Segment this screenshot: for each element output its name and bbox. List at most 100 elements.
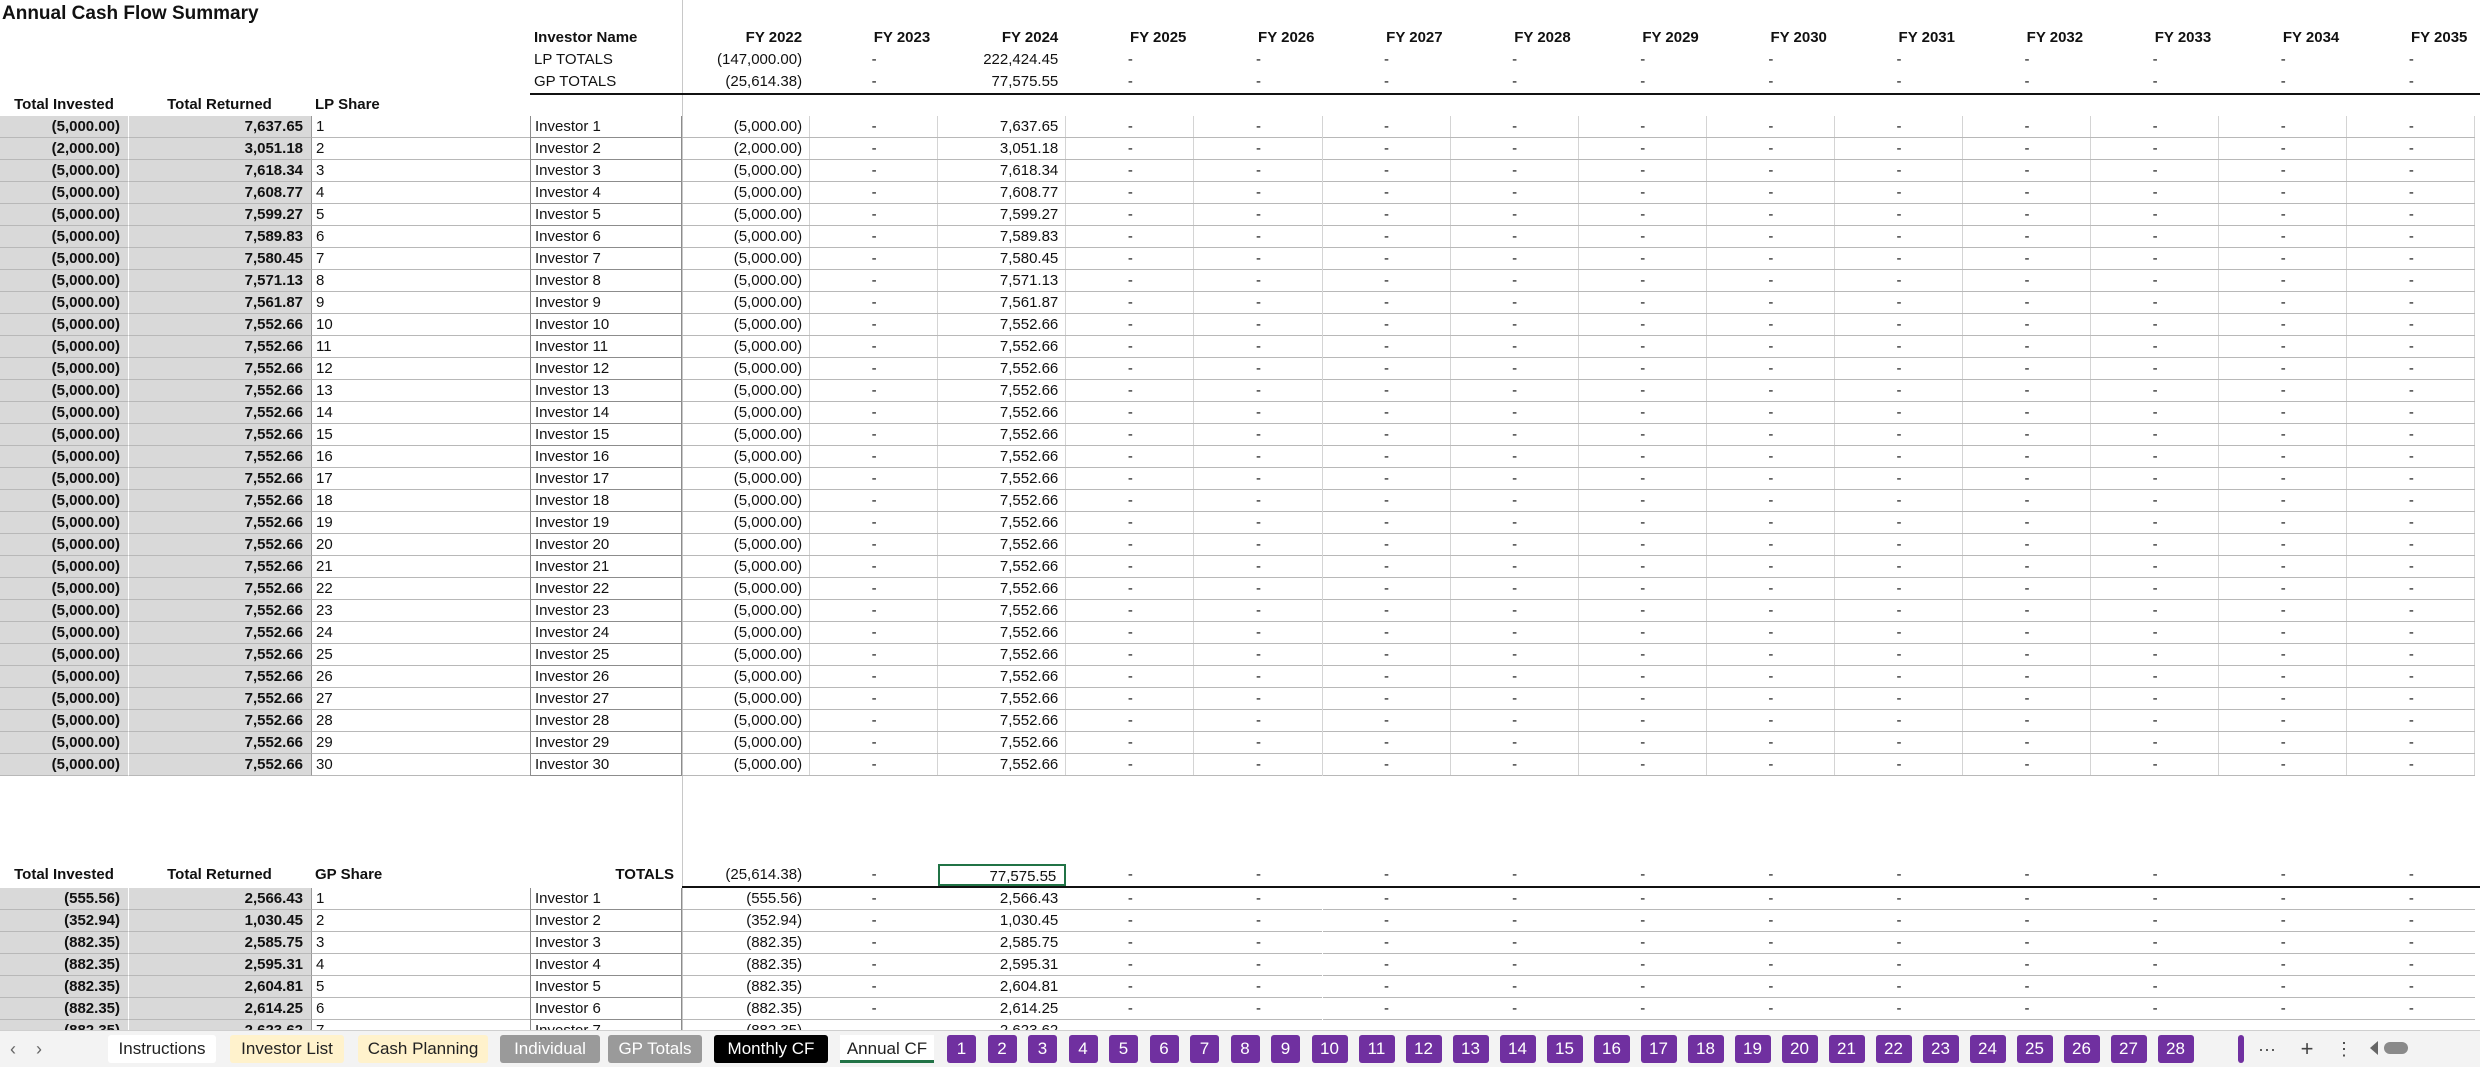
- lp-empty-year-value[interactable]: -: [1322, 160, 1451, 182]
- lp-empty-year-value[interactable]: -: [1706, 600, 1835, 622]
- gp-empty-year-value[interactable]: -: [1194, 954, 1323, 976]
- sheet-tab-instructions[interactable]: Instructions: [108, 1035, 216, 1063]
- lp-empty-year-value[interactable]: -: [1194, 688, 1323, 710]
- lp-fy2022-value[interactable]: (5,000.00): [682, 710, 811, 732]
- lp-empty-year-value[interactable]: -: [1066, 512, 1195, 534]
- lp-fy2022-value[interactable]: (5,000.00): [682, 402, 811, 424]
- lp-total-invested[interactable]: (5,000.00): [0, 644, 128, 666]
- gp-totals-value[interactable]: -: [1835, 864, 1963, 886]
- lp-empty-year-value[interactable]: -: [1194, 666, 1323, 688]
- lp-empty-year-value[interactable]: -: [1322, 116, 1451, 138]
- sheet-tab-15[interactable]: 15: [1546, 1035, 1583, 1063]
- lp-empty-year-value[interactable]: -: [1963, 534, 2092, 556]
- lp-empty-year-value[interactable]: -: [2091, 578, 2220, 600]
- lp-empty-year-value[interactable]: -: [2091, 710, 2220, 732]
- lp-empty-year-value[interactable]: -: [2091, 182, 2220, 204]
- lp-empty-year-value[interactable]: -: [2347, 490, 2476, 512]
- lp-total-invested[interactable]: (5,000.00): [0, 578, 128, 600]
- lp-share-number[interactable]: 13: [311, 380, 531, 402]
- lp-empty-year-value[interactable]: -: [2347, 556, 2476, 578]
- lp-empty-year-value[interactable]: -: [1578, 732, 1707, 754]
- sheet-tab-monthly-cf[interactable]: Monthly CF: [714, 1035, 828, 1063]
- lp-empty-year-value[interactable]: -: [1450, 204, 1579, 226]
- lp-empty-year-value[interactable]: -: [1706, 578, 1835, 600]
- lp-empty-year-value[interactable]: -: [1578, 710, 1707, 732]
- lp-empty-year-value[interactable]: -: [1450, 468, 1579, 490]
- lp-empty-year-value[interactable]: -: [1322, 358, 1451, 380]
- lp-empty-year-value[interactable]: -: [2347, 424, 2476, 446]
- sheet-tab-12[interactable]: 12: [1405, 1035, 1442, 1063]
- lp-investor-name[interactable]: Investor 29: [530, 732, 682, 754]
- lp-empty-year-value[interactable]: -: [1963, 138, 2092, 160]
- gp-fy2023-value[interactable]: -: [810, 888, 939, 910]
- gp-empty-year-value[interactable]: -: [2219, 910, 2348, 932]
- lp-fy2023-value[interactable]: -: [810, 754, 939, 776]
- sheet-tab-5[interactable]: 5: [1109, 1035, 1138, 1063]
- lp-fy2023-value[interactable]: -: [810, 248, 939, 270]
- lp-total-invested[interactable]: (5,000.00): [0, 490, 128, 512]
- gp-totals-value[interactable]: 77,575.55: [938, 864, 1067, 886]
- lp-empty-year-value[interactable]: -: [1322, 490, 1451, 512]
- lp-empty-year-value[interactable]: -: [1706, 644, 1835, 666]
- lp-share-number[interactable]: 9: [311, 292, 531, 314]
- sheet-tab-14[interactable]: 14: [1499, 1035, 1536, 1063]
- lp-fy2023-value[interactable]: -: [810, 622, 939, 644]
- gp-fy2022-value[interactable]: (882.35): [682, 976, 811, 998]
- gp-empty-year-value[interactable]: -: [1963, 910, 2092, 932]
- lp-empty-year-value[interactable]: -: [1706, 732, 1835, 754]
- lp-investor-name[interactable]: Investor 20: [530, 534, 682, 556]
- lp-investor-name[interactable]: Investor 26: [530, 666, 682, 688]
- lp-empty-year-value[interactable]: -: [1578, 446, 1707, 468]
- lp-empty-year-value[interactable]: -: [1963, 754, 2092, 776]
- gp-empty-year-value[interactable]: -: [1322, 932, 1451, 954]
- lp-empty-year-value[interactable]: -: [2347, 512, 2476, 534]
- lp-investor-name[interactable]: Investor 18: [530, 490, 682, 512]
- lp-empty-year-value[interactable]: -: [1322, 248, 1451, 270]
- lp-empty-year-value[interactable]: -: [1706, 424, 1835, 446]
- lp-empty-year-value[interactable]: -: [1963, 556, 2092, 578]
- lp-empty-year-value[interactable]: -: [1834, 248, 1963, 270]
- lp-empty-year-value[interactable]: -: [1963, 468, 2092, 490]
- lp-empty-year-value[interactable]: -: [1963, 710, 2092, 732]
- lp-investor-name[interactable]: Investor 24: [530, 622, 682, 644]
- gp-investor-name[interactable]: Investor 1: [530, 888, 682, 910]
- lp-fy2024-value[interactable]: 7,552.66: [938, 380, 1067, 402]
- lp-empty-year-value[interactable]: -: [2347, 446, 2476, 468]
- lp-total-returned[interactable]: 7,552.66: [128, 754, 311, 776]
- gp-totals-value[interactable]: -: [1194, 864, 1322, 886]
- lp-fy2023-value[interactable]: -: [810, 226, 939, 248]
- gp-empty-year-value[interactable]: -: [1450, 888, 1579, 910]
- lp-empty-year-value[interactable]: -: [1963, 688, 2092, 710]
- lp-empty-year-value[interactable]: -: [2219, 116, 2348, 138]
- gp-empty-year-value[interactable]: -: [2219, 932, 2348, 954]
- lp-total-returned[interactable]: 7,552.66: [128, 358, 311, 380]
- lp-empty-year-value[interactable]: -: [2347, 644, 2476, 666]
- lp-empty-year-value[interactable]: -: [1066, 468, 1195, 490]
- lp-empty-year-value[interactable]: -: [1963, 732, 2092, 754]
- lp-empty-year-value[interactable]: -: [2219, 512, 2348, 534]
- lp-investor-name[interactable]: Investor 12: [530, 358, 682, 380]
- lp-empty-year-value[interactable]: -: [1450, 226, 1579, 248]
- lp-total-returned[interactable]: 7,552.66: [128, 380, 311, 402]
- gp-investor-name[interactable]: Investor 4: [530, 954, 682, 976]
- lp-empty-year-value[interactable]: -: [1194, 622, 1323, 644]
- gp-empty-year-value[interactable]: -: [1834, 910, 1963, 932]
- lp-fy2024-value[interactable]: 7,580.45: [938, 248, 1067, 270]
- lp-empty-year-value[interactable]: -: [1066, 138, 1195, 160]
- lp-share-number[interactable]: 11: [311, 336, 531, 358]
- lp-share-number[interactable]: 16: [311, 446, 531, 468]
- lp-empty-year-value[interactable]: -: [1578, 116, 1707, 138]
- lp-share-number[interactable]: 19: [311, 512, 531, 534]
- gp-empty-year-value[interactable]: -: [1963, 976, 2092, 998]
- gp-empty-year-value[interactable]: -: [1066, 910, 1195, 932]
- sheet-tab-2[interactable]: 2: [987, 1035, 1017, 1063]
- lp-fy2024-value[interactable]: 7,552.66: [938, 358, 1067, 380]
- lp-total-invested[interactable]: (5,000.00): [0, 666, 128, 688]
- lp-share-number[interactable]: 3: [311, 160, 531, 182]
- gp-empty-year-value[interactable]: -: [2219, 998, 2348, 1020]
- plus-icon[interactable]: +: [2294, 1036, 2320, 1062]
- lp-empty-year-value[interactable]: -: [1578, 204, 1707, 226]
- gp-empty-year-value[interactable]: -: [1963, 954, 2092, 976]
- lp-empty-year-value[interactable]: -: [2347, 666, 2476, 688]
- lp-empty-year-value[interactable]: -: [1834, 556, 1963, 578]
